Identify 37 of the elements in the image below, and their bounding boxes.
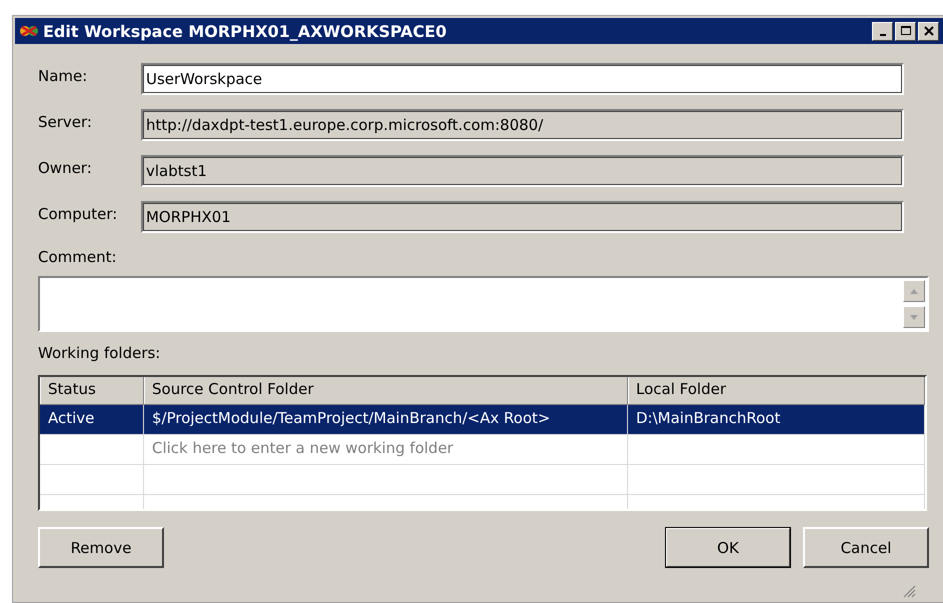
- scroll-up-button[interactable]: [903, 280, 925, 302]
- remove-button[interactable]: Remove: [38, 527, 164, 568]
- minimize-button[interactable]: [872, 22, 893, 40]
- column-header[interactable]: Local Folder: [628, 377, 925, 404]
- comment-label: Comment:: [38, 248, 118, 266]
- cancel-button[interactable]: Cancel: [803, 527, 929, 568]
- close-button[interactable]: [918, 22, 939, 40]
- field-label: Owner:: [38, 159, 93, 177]
- readonly-field[interactable]: MORPHX01: [140, 201, 904, 233]
- table-row[interactable]: Active $/ProjectModule/TeamProject/MainBranch/<Ax Root> D:\MainBranchRoot: [40, 405, 925, 435]
- column-header[interactable]: Status: [40, 377, 144, 404]
- close-icon: [924, 26, 934, 36]
- working-folders-label: Working folders:: [38, 344, 162, 362]
- scrollbar[interactable]: [903, 280, 925, 328]
- down-arrow-icon: [910, 314, 918, 320]
- table-cell: $/ProjectModule/TeamProject/MainBranch/<Ax Root>: [152, 409, 550, 427]
- app-logo-icon: [19, 23, 39, 39]
- new-row[interactable]: Click here to enter a new working folder: [40, 435, 925, 465]
- column-header[interactable]: Source Control Folder: [144, 377, 628, 404]
- maximize-button[interactable]: [895, 22, 916, 40]
- resize-grip-icon[interactable]: [902, 584, 916, 598]
- new-row-placeholder: Click here to enter a new working folder: [152, 439, 454, 457]
- up-arrow-icon: [910, 288, 918, 294]
- window-title: Edit Workspace MORPHX01_AXWORKSPACE0: [43, 22, 448, 40]
- field-label: Name:: [38, 67, 88, 85]
- minimize-icon: [880, 34, 886, 36]
- maximize-icon: [900, 26, 910, 36]
- field-label: Computer:: [38, 205, 118, 223]
- comment-field[interactable]: [38, 276, 929, 332]
- table-cell: Active: [48, 409, 94, 427]
- table-cell: D:\MainBranchRoot: [636, 409, 780, 427]
- readonly-field[interactable]: http://daxdpt-test1.europe.corp.microsoft.com:8080/: [140, 109, 904, 141]
- input-field[interactable]: UserWorskpace: [140, 63, 904, 95]
- scroll-down-button[interactable]: [903, 306, 925, 328]
- readonly-field[interactable]: vlabtst1: [140, 155, 904, 187]
- ok-button[interactable]: OK: [665, 527, 791, 568]
- field-label: Server:: [38, 113, 93, 131]
